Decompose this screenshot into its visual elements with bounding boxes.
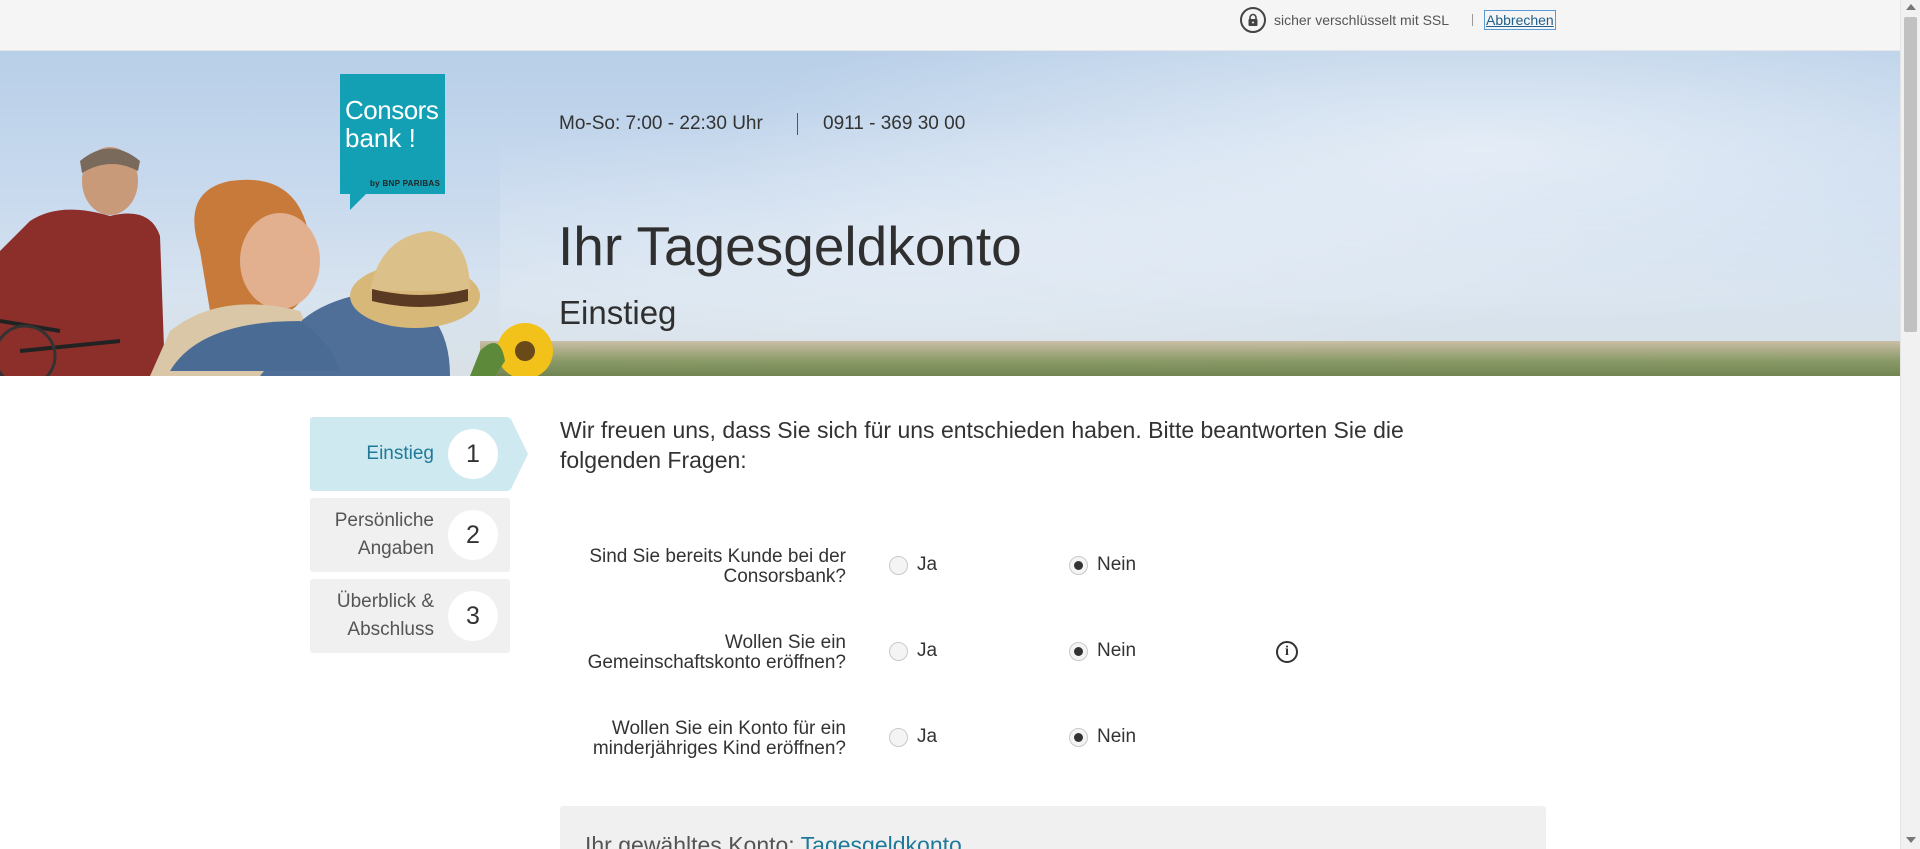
selected-account-text: Ihr gewähltes Konto: Tagesgeldkonto: [585, 832, 962, 849]
question-line1: Wollen Sie ein Konto für ein: [611, 718, 846, 739]
scroll-down-arrow-icon[interactable]: [1906, 837, 1916, 843]
top-bar: sicher verschlüsselt mit SSL Abbrechen: [0, 0, 1900, 51]
radio-circle[interactable]: [889, 555, 908, 575]
step-ueberblick-abschluss[interactable]: Überblick & Abschluss 3: [310, 579, 510, 653]
topbar-divider: [1472, 14, 1473, 26]
step-label: Überblick & Abschluss: [337, 579, 434, 653]
phone-number[interactable]: 0911 - 369 30 00: [823, 113, 965, 135]
step-label-line2: Angaben: [357, 538, 434, 559]
page-title: Ihr Tagesgeldkonto: [558, 215, 1022, 277]
question-line2: Gemeinschaftskonto eröffnen?: [587, 652, 846, 673]
vertical-scrollbar[interactable]: [1900, 0, 1920, 849]
lock-icon: [1240, 7, 1266, 33]
step-label-line1: Überblick &: [336, 591, 434, 612]
step-label: Einstieg: [366, 443, 434, 464]
scroll-up-arrow-icon[interactable]: [1906, 4, 1916, 10]
question-existing-customer: Sind Sie bereits Kunde bei der Consorsba…: [560, 547, 846, 587]
step-label-line2: Abschluss: [347, 619, 434, 640]
ssl-notice: sicher verschlüsselt mit SSL: [1240, 7, 1449, 33]
radio-existing-customer-yes[interactable]: Ja: [889, 554, 937, 576]
ssl-text: sicher verschlüsselt mit SSL: [1274, 12, 1450, 28]
question-joint-account: Wollen Sie ein Gemeinschaftskonto eröffn…: [560, 633, 846, 673]
radio-circle-selected[interactable]: [1069, 727, 1088, 747]
step-number: 3: [448, 591, 498, 641]
selected-account-box: Ihr gewähltes Konto: Tagesgeldkonto: [560, 806, 1546, 849]
radio-existing-customer-no[interactable]: Nein: [1069, 554, 1136, 576]
radio-circle[interactable]: [889, 727, 908, 747]
step-persoenliche-angaben[interactable]: Persönliche Angaben 2: [310, 498, 510, 572]
radio-joint-account-yes[interactable]: Ja: [889, 640, 937, 662]
question-minor-account: Wollen Sie ein Konto für ein minderjähri…: [560, 719, 846, 759]
question-line1: Sind Sie bereits Kunde bei der: [589, 546, 846, 567]
step-label-line1: Persönliche: [334, 510, 434, 531]
page-subtitle: Einstieg: [559, 294, 677, 331]
step-einstieg[interactable]: Einstieg 1: [310, 417, 528, 491]
hero-banner: Consors bank ! by BNP PARIBAS Mo-So: 7:0…: [0, 51, 1900, 376]
question-line2: Consorsbank?: [723, 566, 846, 587]
logo-subtext: by BNP PARIBAS: [370, 179, 441, 188]
hours-divider: [797, 113, 798, 135]
question-line1: Wollen Sie ein: [724, 632, 846, 653]
radio-label: Ja: [917, 640, 938, 661]
radio-label: Ja: [917, 726, 938, 747]
radio-circle[interactable]: [889, 641, 908, 661]
radio-label: Nein: [1097, 640, 1137, 661]
radio-label: Nein: [1097, 554, 1137, 575]
logo-text-line2: bank !: [345, 123, 416, 153]
intro-text: Wir freuen uns, dass Sie sich für uns en…: [560, 417, 1404, 473]
scrollbar-thumb[interactable]: [1904, 17, 1917, 332]
cancel-link[interactable]: Abbrechen: [1484, 10, 1556, 30]
logo-tail: [350, 194, 366, 210]
radio-minor-account-yes[interactable]: Ja: [889, 726, 937, 748]
radio-joint-account-no[interactable]: Nein: [1069, 640, 1136, 662]
selected-account-prefix: Ihr gewähltes Konto:: [585, 832, 795, 849]
radio-label: Nein: [1097, 726, 1137, 747]
consorsbank-logo[interactable]: Consors bank !: [340, 74, 445, 194]
step-number: 2: [448, 510, 498, 560]
treeline-background: [480, 341, 1900, 376]
selected-account-link[interactable]: Tagesgeldkonto: [801, 832, 962, 849]
opening-hours: Mo-So: 7:00 - 22:30 Uhr: [559, 113, 763, 134]
hero-photo: [0, 147, 553, 376]
radio-circle-selected[interactable]: [1069, 555, 1088, 575]
question-line2: minderjähriges Kind eröffnen?: [592, 738, 846, 759]
logo-text-line1: Consors: [345, 95, 439, 125]
radio-minor-account-no[interactable]: Nein: [1069, 726, 1136, 748]
step-number: 1: [448, 429, 498, 479]
step-label: Persönliche Angaben: [335, 498, 434, 572]
info-icon[interactable]: i: [1276, 641, 1298, 663]
radio-circle-selected[interactable]: [1069, 641, 1088, 661]
radio-label: Ja: [917, 554, 938, 575]
